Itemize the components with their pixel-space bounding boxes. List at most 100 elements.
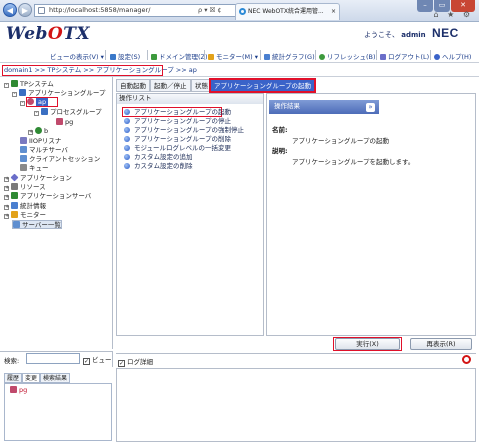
menu-domain[interactable]: ドメイン管理(Z) xyxy=(151,51,208,61)
collapse-icon[interactable]: - xyxy=(12,92,17,97)
list-icon xyxy=(13,221,20,228)
collapse-icon[interactable]: - xyxy=(20,101,25,106)
operation-icon xyxy=(124,118,130,124)
menu-divider xyxy=(376,50,377,60)
expand-icon[interactable]: + xyxy=(4,214,9,219)
operation-result-panel xyxy=(266,93,476,336)
tree-node-client-session[interactable]: クライアントセッション xyxy=(20,155,100,164)
process-icon xyxy=(56,118,63,125)
tree-node-application[interactable]: + アプリケーション xyxy=(4,173,72,183)
app-icon xyxy=(35,127,42,134)
listener-icon xyxy=(20,137,27,144)
tab-search-results[interactable]: 検索結果 xyxy=(40,373,71,383)
menu-logout[interactable]: ログアウト(L) xyxy=(380,51,429,61)
tab-changes[interactable]: 変更 xyxy=(22,373,41,383)
operation-item[interactable]: カスタム設定の追加 xyxy=(124,153,193,161)
browser-toolbar-icons[interactable]: ⌂ ★ ⚙ xyxy=(433,10,473,19)
menu-view[interactable]: ビューの表示(V) ▾ xyxy=(50,51,104,61)
tree-node-app-server[interactable]: + アプリケーションサーバ xyxy=(4,192,91,201)
tree-node-queue[interactable]: キュー xyxy=(20,164,49,173)
expand-icon[interactable]: + xyxy=(4,177,9,182)
expand-icon[interactable]: + xyxy=(28,130,33,135)
tree-node-multi-server[interactable]: マルチサーバ xyxy=(20,146,68,155)
collapse-icon[interactable]: - xyxy=(34,111,39,116)
page-icon xyxy=(38,7,45,14)
redisplay-button[interactable]: 再表示(R) xyxy=(410,338,472,350)
operation-item[interactable]: アプリケーショングループの起動 xyxy=(124,108,231,116)
tree-node-iiop[interactable]: IIOPリスナ xyxy=(20,137,61,146)
tab-history[interactable]: 履歴 xyxy=(4,373,23,383)
tree-node-monitor[interactable]: + モニター xyxy=(4,211,46,220)
menu-graph[interactable]: 統計グラフ(G) xyxy=(264,51,315,61)
stats-icon xyxy=(11,202,18,209)
operation-item[interactable]: アプリケーショングループの強制停止 xyxy=(124,126,244,134)
operation-item[interactable]: モジュールログレベルの一括変更 xyxy=(124,144,231,152)
execute-button[interactable]: 実行(X) xyxy=(335,338,400,350)
operation-icon xyxy=(124,145,130,151)
expand-icon[interactable]: + xyxy=(4,205,9,210)
tab-auto-start[interactable]: 自動起動 xyxy=(116,79,150,92)
tab-status[interactable]: 状態 xyxy=(191,79,212,92)
menu-monitor[interactable]: モニター(M) ▾ xyxy=(208,51,258,61)
back-icon[interactable]: ◀ xyxy=(3,3,17,17)
log-detail-checkbox[interactable]: ✓ ログ詳細 xyxy=(118,356,153,367)
tree-node-process-group[interactable]: - プロセスグループ xyxy=(34,108,102,117)
name-value: アプリケーショングループの起動 xyxy=(292,137,389,145)
menu-refresh[interactable]: リフレッシュ(B) xyxy=(319,51,376,61)
description-label: 説明: xyxy=(272,147,288,155)
operation-icon xyxy=(124,163,130,169)
nec-logo: NEC xyxy=(432,26,459,40)
tree-node-stats[interactable]: + 統計情報 xyxy=(4,202,46,211)
menu-settings[interactable]: 設定(S) xyxy=(110,51,140,61)
tree-node-b[interactable]: + b xyxy=(28,127,48,136)
operation-item[interactable]: アプリケーショングループの停止 xyxy=(124,117,231,125)
menu-divider xyxy=(430,50,431,60)
server-icon xyxy=(11,192,18,199)
refresh-icon xyxy=(319,54,325,60)
main-tabs: 自動起動 起動／停止 状態 アプリケーショングループの起動 xyxy=(116,78,476,93)
menu-divider xyxy=(147,50,148,60)
operation-result-header: 操作結果 xyxy=(269,100,379,114)
clear-log-icon[interactable] xyxy=(462,355,471,364)
operation-list-header: 操作リスト xyxy=(117,94,263,104)
operation-icon xyxy=(124,127,130,133)
search-input[interactable] xyxy=(26,353,80,364)
tree-node-server-list[interactable]: サーバー一覧 xyxy=(13,221,61,230)
operation-item[interactable]: カスタム設定の削除 xyxy=(124,162,193,170)
operation-icon xyxy=(124,109,130,115)
queue-icon xyxy=(20,164,27,171)
checkbox-icon[interactable]: ✓ xyxy=(118,360,125,367)
close-tab-icon[interactable]: × xyxy=(331,4,336,19)
collapse-icon[interactable]: - xyxy=(4,83,9,88)
browser-tab[interactable]: NEC WebOTX統合運用管... × xyxy=(235,3,340,20)
chevron-down-icon[interactable]: » xyxy=(366,103,375,112)
settings-icon xyxy=(110,54,116,60)
address-text: http://localhost:5858/manager/ xyxy=(49,6,151,14)
menu-divider xyxy=(204,50,205,60)
list-item[interactable]: pg xyxy=(10,386,27,394)
folder-icon xyxy=(19,89,26,96)
view-checkbox[interactable]: ✓ ビュー xyxy=(83,354,112,365)
tree-node-resource[interactable]: + リソース xyxy=(4,183,46,192)
menu-help[interactable]: ヘルプ(H) xyxy=(434,51,471,61)
expand-icon[interactable]: + xyxy=(4,186,9,191)
operation-item[interactable]: アプリケーショングループの削除 xyxy=(124,135,231,143)
menu-divider xyxy=(260,50,261,60)
logout-icon xyxy=(380,54,386,60)
folder-icon xyxy=(41,108,48,115)
tab-start-stop[interactable]: 起動／停止 xyxy=(150,79,191,92)
monitor-icon xyxy=(208,54,214,60)
webotx-logo: WebOTX xyxy=(6,24,91,44)
tab-app-group-start[interactable]: アプリケーショングループの起動 xyxy=(209,78,316,93)
operation-icon xyxy=(124,154,130,160)
tree-selection-highlight xyxy=(26,97,58,107)
expand-icon[interactable]: + xyxy=(4,195,9,200)
ie-icon xyxy=(239,8,246,15)
resource-icon xyxy=(11,183,18,190)
user-name: admin xyxy=(401,31,426,39)
minimize-icon[interactable]: – xyxy=(417,0,433,12)
checkbox-icon[interactable]: ✓ xyxy=(83,358,90,365)
forward-icon[interactable]: ▶ xyxy=(18,3,32,17)
tree-node-tp-system[interactable]: - TPシステム xyxy=(4,80,54,89)
tree-node-pg[interactable]: pg xyxy=(56,118,73,127)
